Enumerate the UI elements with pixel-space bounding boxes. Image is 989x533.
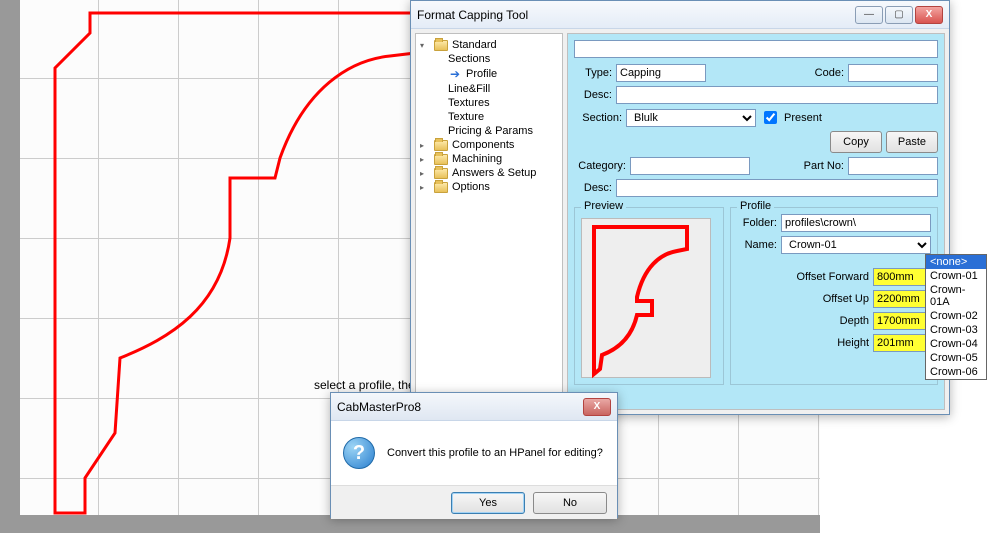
tree-components[interactable]: Components [418, 138, 560, 152]
tree-linefill[interactable]: Line&Fill [418, 82, 560, 96]
question-icon: ? [343, 437, 375, 469]
desc2-label: Desc: [574, 182, 612, 194]
height-label: Height [737, 337, 869, 349]
no-button[interactable]: No [533, 492, 607, 514]
fct-titlebar[interactable]: Format Capping Tool — ▢ X [411, 1, 949, 29]
depth-field[interactable] [873, 312, 931, 330]
depth-label: Depth [737, 315, 869, 327]
folder-icon [434, 154, 448, 165]
present-checkbox[interactable] [764, 111, 777, 124]
category-label: Category: [574, 160, 626, 172]
folder-field[interactable] [781, 214, 931, 232]
name-option[interactable]: <none> [926, 255, 986, 269]
tree-pricing[interactable]: Pricing & Params [418, 124, 560, 138]
height-field[interactable] [873, 334, 931, 352]
name-dropdown-list[interactable]: <none> Crown-01 Crown-01A Crown-02 Crown… [925, 254, 987, 380]
msgbox-text: Convert this profile to an HPanel for ed… [387, 447, 603, 459]
fct-title: Format Capping Tool [417, 8, 855, 22]
desc2-field[interactable] [616, 179, 938, 197]
section-select[interactable]: Blulk [626, 109, 756, 127]
offsetfwd-label: Offset Forward [737, 271, 869, 283]
tree-machining[interactable]: Machining [418, 152, 560, 166]
folder-icon [434, 182, 448, 193]
tree-standard[interactable]: Standard [418, 38, 560, 52]
type-field[interactable] [616, 64, 706, 82]
category-tree[interactable]: Standard Sections ➔ Profile Line&Fill Te… [415, 33, 563, 410]
partno-label: Part No: [804, 160, 844, 172]
code-field[interactable] [848, 64, 938, 82]
arrow-icon: ➔ [448, 67, 462, 81]
preview-canvas[interactable] [581, 218, 711, 378]
tree-options[interactable]: Options [418, 180, 560, 194]
offsetup-label: Offset Up [737, 293, 869, 305]
search-input[interactable] [574, 40, 938, 58]
desc-label: Desc: [574, 89, 612, 101]
msgbox-close-button[interactable]: X [583, 398, 611, 416]
offsetup-field[interactable] [873, 290, 931, 308]
close-button[interactable]: X [915, 6, 943, 24]
msgbox-title: CabMasterPro8 [337, 400, 583, 414]
name-option[interactable]: Crown-06 [926, 365, 986, 379]
preview-legend: Preview [581, 201, 626, 212]
name-select[interactable]: Crown-01 [781, 236, 931, 254]
present-label: Present [784, 112, 822, 124]
yes-button[interactable]: Yes [451, 492, 525, 514]
tree-profile[interactable]: ➔ Profile [418, 66, 560, 82]
profile-group: Profile Folder: Name: Crown-01 Offset Fo… [730, 207, 938, 385]
tree-texture[interactable]: Texture [418, 110, 560, 124]
name-option[interactable]: Crown-02 [926, 309, 986, 323]
msgbox-titlebar[interactable]: CabMasterPro8 X [331, 393, 617, 421]
desc-field[interactable] [616, 86, 938, 104]
folder-icon [434, 168, 448, 179]
format-capping-tool-window: Format Capping Tool — ▢ X Standard Secti… [410, 0, 950, 415]
maximize-button[interactable]: ▢ [885, 6, 913, 24]
profile-legend: Profile [737, 201, 774, 212]
properties-panel: Type: Code: Desc: Section: Blulk Present… [567, 33, 945, 410]
category-field[interactable] [630, 157, 750, 175]
name-label: Name: [737, 239, 777, 251]
minimize-button[interactable]: — [855, 6, 883, 24]
paste-button[interactable]: Paste [886, 131, 938, 153]
folder-icon [434, 140, 448, 151]
confirm-dialog: CabMasterPro8 X ? Convert this profile t… [330, 392, 618, 518]
name-option[interactable]: Crown-05 [926, 351, 986, 365]
name-option[interactable]: Crown-03 [926, 323, 986, 337]
preview-group: Preview [574, 207, 724, 385]
tree-sections[interactable]: Sections [418, 52, 560, 66]
partno-field[interactable] [848, 157, 938, 175]
name-option[interactable]: Crown-04 [926, 337, 986, 351]
tree-textures[interactable]: Textures [418, 96, 560, 110]
tree-answers[interactable]: Answers & Setup [418, 166, 560, 180]
name-option[interactable]: Crown-01 [926, 269, 986, 283]
name-option[interactable]: Crown-01A [926, 283, 986, 309]
preview-profile-icon [582, 219, 712, 379]
folder-icon [434, 40, 448, 51]
code-label: Code: [815, 67, 844, 79]
copy-button[interactable]: Copy [830, 131, 882, 153]
offsetfwd-field[interactable] [873, 268, 931, 286]
section-label: Section: [574, 112, 622, 124]
folder-label: Folder: [737, 217, 777, 229]
type-label: Type: [574, 67, 612, 79]
